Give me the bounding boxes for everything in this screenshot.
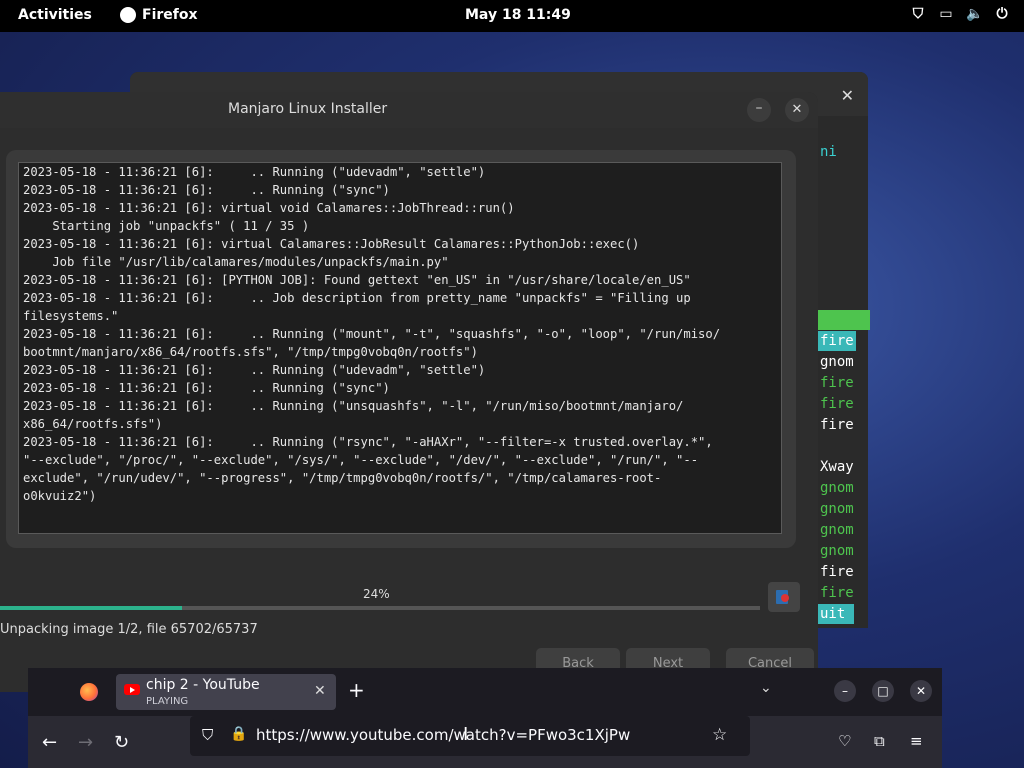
close-tab-icon[interactable]: ✕ <box>314 683 326 699</box>
log-line: 2023-05-18 - 11:36:21 [6]: .. Running ("… <box>23 363 486 377</box>
terminal-line: uit <box>818 604 854 624</box>
tab-youtube[interactable]: chip 2 - YouTube PLAYING ✕ <box>116 674 336 710</box>
power-icon[interactable]: ⏻ <box>994 6 1010 22</box>
log-line: x86_64/rootfs.sfs") <box>23 417 163 431</box>
terminal-line: gnom <box>820 543 854 559</box>
terminal-line: fire <box>820 375 854 391</box>
extensions-icon[interactable]: ⧉ <box>874 732 885 750</box>
installer-titlebar[interactable] <box>0 92 818 128</box>
status-text: Unpacking image 1/2, file 65702/65737 <box>0 622 258 637</box>
close-button[interactable]: ✕ <box>910 680 932 702</box>
terminal-line: fire <box>820 417 854 433</box>
log-line: 2023-05-18 - 11:36:21 [6]: .. Running ("… <box>23 183 390 197</box>
progress-fill <box>0 606 183 610</box>
navigation-toolbar: ← → ↻ ⛉ 🔒 https://www.youtube.com/watch?… <box>28 716 942 768</box>
reload-icon[interactable]: ↻ <box>114 732 129 753</box>
log-line: exclude", "/run/udev/", "--progress", "/… <box>23 471 662 485</box>
youtube-icon <box>124 684 140 695</box>
tab-title: chip 2 - YouTube <box>146 677 260 693</box>
debug-log-button[interactable] <box>768 582 800 612</box>
activities-button[interactable]: Activities <box>18 7 92 23</box>
firefox-window[interactable]: chip 2 - YouTube PLAYING ✕ + ⌄ – □ ✕ ← →… <box>28 668 942 768</box>
text-cursor-icon: I <box>463 724 469 745</box>
lock-icon[interactable]: 🔒 <box>230 726 247 742</box>
terminal-line: gnom <box>820 354 854 370</box>
chevron-down-icon[interactable]: ⌄ <box>760 680 772 696</box>
log-line: 2023-05-18 - 11:36:21 [6]: .. Running ("… <box>23 381 390 395</box>
url-text[interactable]: https://www.youtube.com/watch?v=PFwo3c1X… <box>256 726 630 744</box>
log-output[interactable]: 2023-05-18 - 11:36:21 [6]: .. Running ("… <box>18 162 782 534</box>
terminal-line: fire <box>820 396 854 412</box>
app-menu[interactable]: Firefox <box>120 7 198 23</box>
system-tray[interactable]: ⛉ ▭ 🔈 ⏻ <box>910 6 1010 22</box>
menu-icon[interactable]: ≡ <box>910 732 923 750</box>
terminal-line: gnom <box>820 480 854 496</box>
log-line: bootmnt/manjaro/x86_64/rootfs.sfs", "/tm… <box>23 345 478 359</box>
log-line: 2023-05-18 - 11:36:21 [6]: .. Running ("… <box>23 435 713 449</box>
new-tab-button[interactable]: + <box>348 678 365 702</box>
back-arrow-icon[interactable]: ← <box>42 732 57 753</box>
log-line: 2023-05-18 - 11:36:21 [6]: .. Running ("… <box>23 165 486 179</box>
volume-icon[interactable]: 🔈 <box>966 6 983 22</box>
log-line: 2023-05-18 - 11:36:21 [6]: virtual void … <box>23 201 515 215</box>
tracking-shield-icon[interactable]: ⛉ <box>202 726 213 744</box>
log-line: o0kvuiz2") <box>23 489 97 503</box>
installer-window[interactable]: Manjaro Linux Installer – ✕ 2023-05-18 -… <box>0 92 818 692</box>
maximize-button[interactable]: □ <box>872 680 894 702</box>
terminal-line: gnom <box>820 501 854 517</box>
minimize-button[interactable]: – <box>747 98 771 122</box>
window-title: Manjaro Linux Installer <box>228 101 388 117</box>
log-line: Job file "/usr/lib/calamares/modules/unp… <box>23 255 449 269</box>
top-bar: Activities Firefox May 18 11:49 ⛉ ▭ 🔈 ⏻ <box>0 0 1024 32</box>
shield-icon[interactable]: ⛉ <box>910 6 926 22</box>
forward-arrow-icon[interactable]: → <box>78 732 93 753</box>
terminal-line: fire <box>818 331 856 351</box>
firefox-view-icon[interactable] <box>80 683 98 701</box>
tab-playing-status: PLAYING <box>146 696 189 707</box>
app-name: Firefox <box>142 7 198 23</box>
terminal-line <box>818 310 870 330</box>
log-line: 2023-05-18 - 11:36:21 [6]: [PYTHON JOB]:… <box>23 273 691 287</box>
terminal-line: ni <box>820 144 837 160</box>
log-line: filesystems." <box>23 309 119 323</box>
close-icon[interactable]: ✕ <box>841 86 854 105</box>
clock[interactable]: May 18 11:49 <box>465 7 571 23</box>
terminal-line: Xway <box>820 459 854 475</box>
terminal-line: fire <box>820 585 854 601</box>
log-line: 2023-05-18 - 11:36:21 [6]: .. Running ("… <box>23 399 684 413</box>
terminal-line: gnom <box>820 522 854 538</box>
log-panel: 2023-05-18 - 11:36:21 [6]: .. Running ("… <box>6 150 796 548</box>
tab-strip[interactable]: chip 2 - YouTube PLAYING ✕ + ⌄ – □ ✕ <box>28 668 942 716</box>
log-line: 2023-05-18 - 11:36:21 [6]: virtual Calam… <box>23 237 640 251</box>
bookmark-star-icon[interactable]: ☆ <box>712 725 727 745</box>
log-line: 2023-05-18 - 11:36:21 [6]: .. Running ("… <box>23 327 721 341</box>
progress-percent: 24% <box>363 587 390 601</box>
window-icon[interactable]: ▭ <box>938 6 954 22</box>
log-line: "--exclude", "/proc/", "--exclude", "/sy… <box>23 453 699 467</box>
log-line: 2023-05-18 - 11:36:21 [6]: .. Job descri… <box>23 291 691 305</box>
alert-icon <box>781 594 789 602</box>
terminal-line: fire <box>820 564 854 580</box>
progress-bar <box>0 606 760 610</box>
pocket-icon[interactable]: ♡ <box>838 732 851 750</box>
firefox-icon <box>120 7 136 23</box>
minimize-button[interactable]: – <box>834 680 856 702</box>
log-line: Starting job "unpackfs" ( 11 / 35 ) <box>23 219 310 233</box>
close-button[interactable]: ✕ <box>785 98 809 122</box>
